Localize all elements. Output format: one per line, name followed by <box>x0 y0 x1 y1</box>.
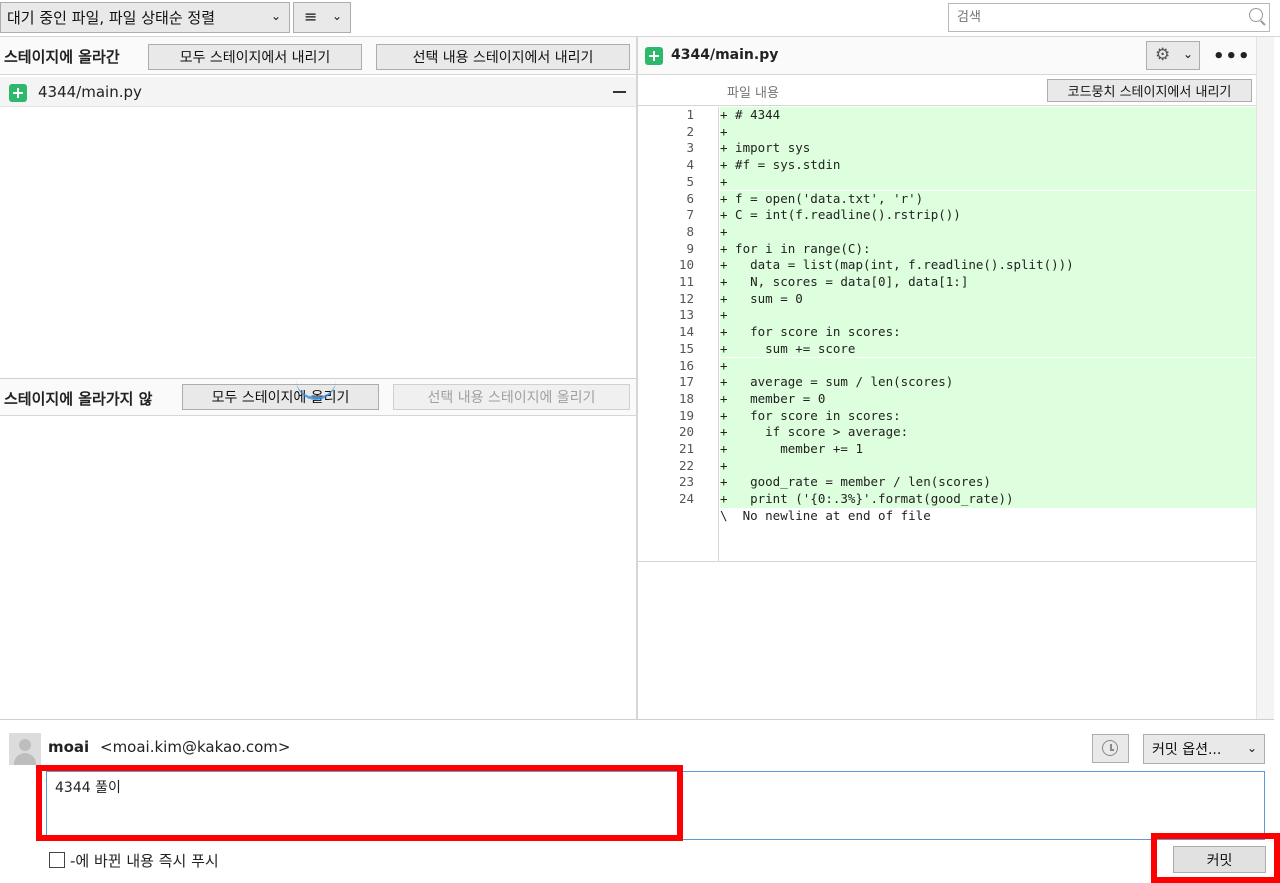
author-name: moai <box>48 738 90 756</box>
line-number: 5 <box>686 173 694 189</box>
line-number: 4 <box>686 157 694 173</box>
line-number: 2 <box>686 123 694 139</box>
line-number: 18 <box>678 390 694 406</box>
author-email: <moai.kim@kakao.com> <box>100 738 291 756</box>
stage-selected-label: 선택 내용 스테이지에 올리기 <box>427 390 596 406</box>
diff-line[interactable]: + C = int(f.readline().rstrip()) <box>720 207 1256 224</box>
chevron-down-icon: ⌄ <box>1182 47 1193 61</box>
settings-dropdown[interactable]: ⚙ ⌄ <box>1146 41 1200 70</box>
staged-file-name: 4344/main.py <box>38 83 142 101</box>
diff-line[interactable]: + member = 0 <box>720 390 1256 408</box>
line-number: 8 <box>686 223 694 239</box>
no-newline-note: \ No newline at end of file <box>720 507 931 523</box>
commit-options-dropdown[interactable]: 커밋 옵션... ⌄ <box>1143 734 1265 764</box>
line-number: 23 <box>678 474 694 490</box>
line-number: 24 <box>678 491 694 507</box>
line-number: 9 <box>686 240 694 256</box>
commit-divider <box>0 719 1274 720</box>
diff-line[interactable]: + <box>720 223 1256 241</box>
commit-options-label: 커밋 옵션... <box>1152 742 1222 758</box>
stage-all-button[interactable]: 모두 스테이지에 올리기 <box>182 384 379 410</box>
sort-label: 대기 중인 파일, 파일 상태순 정렬 <box>7 9 216 27</box>
push-checkbox[interactable] <box>49 852 65 868</box>
line-numbers: 1 2 3 4 5 6 7 8 9 10 11 12 13 14 15 16 17 18 19 20 21 22 23 24 <box>638 107 696 517</box>
unstage-all-button[interactable]: 모두 스테이지에서 내리기 <box>148 44 362 70</box>
diff-line[interactable]: + sum += score <box>720 340 1256 358</box>
diff-line[interactable]: + for i in range(C): <box>720 240 1256 258</box>
unstage-all-label: 모두 스테이지에서 내리기 <box>179 50 331 66</box>
line-number: 15 <box>678 340 694 356</box>
highlight-box-message <box>36 765 683 841</box>
diff-line[interactable]: + for score in scores: <box>720 324 1256 341</box>
diff-line[interactable]: + <box>720 457 1256 475</box>
added-file-icon <box>9 84 27 102</box>
staged-title: 스테이지에 올라간 <box>4 48 120 66</box>
line-number: 11 <box>678 274 694 289</box>
line-number: 10 <box>678 257 694 273</box>
diff-line[interactable]: + <box>720 173 1256 191</box>
diff-code: + # 4344 + + import sys + #f = sys.stdin + + … <box>720 107 1256 537</box>
unstage-selected-label: 선택 내용 스테이지에서 내리기 <box>412 50 594 66</box>
search-input[interactable] <box>948 3 1270 32</box>
line-number: 7 <box>686 207 694 223</box>
stage-selected-button[interactable]: 선택 내용 스테이지에 올리기 <box>393 384 630 410</box>
diff-line[interactable]: + <box>720 357 1256 375</box>
push-label: -에 바뀐 내용 즉시 푸시 <box>70 852 219 870</box>
diff-line[interactable]: + print ('{0:.3%}'.format(good_rate)) <box>720 491 1256 508</box>
diff-line[interactable]: + import sys <box>720 140 1256 158</box>
diff-line[interactable]: + average = sum / len(scores) <box>720 374 1256 391</box>
line-number: 12 <box>678 290 694 306</box>
diff-line[interactable]: + member += 1 <box>720 441 1256 458</box>
unstaged-title: 스테이지에 올라가지 않 <box>4 390 153 408</box>
line-number: 20 <box>678 424 694 440</box>
diff-line[interactable]: + # 4344 <box>720 107 1256 124</box>
history-button[interactable] <box>1092 734 1129 763</box>
diff-line[interactable]: + N, scores = data[0], data[1:] <box>720 274 1256 291</box>
view-options-dropdown[interactable]: ≡ ⌄ <box>293 2 351 33</box>
chevron-down-icon: ⌄ <box>270 9 281 23</box>
diff-line[interactable]: + sum = 0 <box>720 290 1256 308</box>
chevron-down-icon: ⌄ <box>1246 741 1257 755</box>
line-number: 22 <box>678 457 694 473</box>
diff-line[interactable]: + #f = sys.stdin <box>720 157 1256 174</box>
more-icon[interactable]: ••• <box>1213 46 1250 67</box>
diff-line[interactable]: + good_rate = member / len(scores) <box>720 474 1256 492</box>
avatar <box>9 733 41 765</box>
added-file-icon <box>645 47 663 65</box>
staged-file-item[interactable]: 4344/main.py <box>0 77 637 107</box>
highlight-box-commit <box>1151 833 1280 883</box>
unstage-selected-button[interactable]: 선택 내용 스테이지에서 내리기 <box>376 44 630 70</box>
diff-line[interactable]: + f = open('data.txt', 'r') <box>720 190 1256 208</box>
line-number: 21 <box>678 441 694 456</box>
list-icon: ≡ <box>304 7 318 26</box>
hunk-unstage-button[interactable]: 코드뭉치 스테이지에서 내리기 <box>1047 79 1252 102</box>
line-number: 1 <box>686 107 694 122</box>
collapse-icon[interactable] <box>613 91 626 93</box>
diff-end-divider <box>638 561 1256 562</box>
line-number: 6 <box>686 190 694 206</box>
diff-line[interactable]: + if score > average: <box>720 424 1256 441</box>
hunk-label: 파일 내용 <box>727 86 779 101</box>
line-number: 14 <box>678 324 694 340</box>
line-number: 13 <box>678 307 694 323</box>
chevron-down-icon: ⌄ <box>331 9 342 23</box>
hunk-unstage-label: 코드뭉치 스테이지에서 내리기 <box>1067 85 1232 100</box>
diff-file-title: 4344/main.py <box>671 47 779 63</box>
sort-dropdown[interactable]: 대기 중인 파일, 파일 상태순 정렬 ⌄ <box>0 2 290 33</box>
search-icon-handle <box>1260 20 1266 26</box>
line-number: 17 <box>678 374 694 390</box>
diff-line[interactable]: + <box>720 123 1256 141</box>
diff-line[interactable]: + data = list(map(int, f.readline().spli… <box>720 257 1256 274</box>
line-number: 3 <box>686 140 694 156</box>
search-field[interactable] <box>955 9 1239 26</box>
gear-icon: ⚙ <box>1155 45 1171 65</box>
diff-scrollbar[interactable] <box>1256 37 1274 720</box>
line-number: 16 <box>678 357 694 373</box>
diff-line[interactable]: + <box>720 307 1256 325</box>
diff-line[interactable]: + for score in scores: <box>720 407 1256 425</box>
line-number: 19 <box>678 407 694 423</box>
